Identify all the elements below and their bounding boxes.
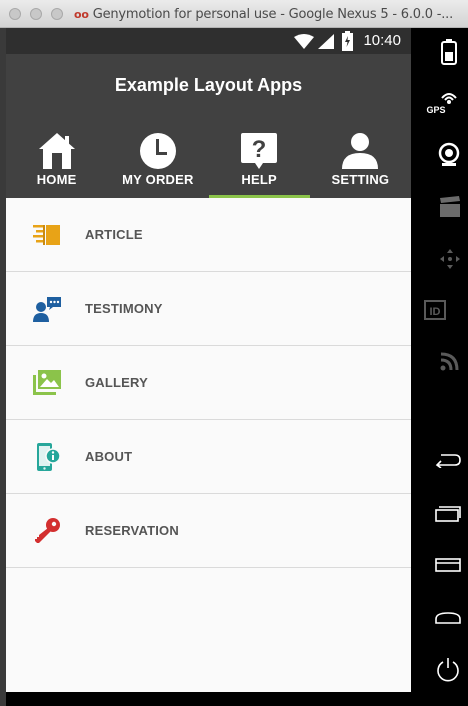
status-bar: 10:40 — [6, 28, 411, 54]
testimony-icon — [33, 297, 61, 322]
help-icon: ? — [241, 133, 278, 169]
recent-apps-icon[interactable] — [423, 506, 468, 522]
window-title: oo Genymotion for personal use - Google N… — [74, 7, 453, 22]
dpad-icon[interactable] — [425, 248, 468, 270]
wifi-icon — [294, 34, 314, 49]
list-item-label: RESERVATION — [85, 523, 179, 538]
tab-help[interactable]: ? HELP — [208, 128, 311, 198]
tab-bar: HOME MY ORDER ? HELP SETTING — [6, 128, 411, 198]
key-icon — [35, 518, 60, 543]
window-title-bar: oo Genymotion for personal use - Google N… — [0, 0, 468, 28]
emulator-toolbar: GPS ID — [411, 28, 468, 706]
genymotion-logo-icon: oo — [74, 8, 89, 21]
status-time: 10:40 — [363, 32, 401, 49]
user-icon — [342, 133, 379, 169]
back-icon[interactable] — [423, 452, 468, 468]
list-item-gallery[interactable]: GALLERY — [6, 346, 411, 420]
list-item-about[interactable]: ABOUT — [6, 420, 411, 494]
tab-label: HELP — [241, 172, 277, 187]
app-bar: Example Layout Apps HOME MY ORDER ? HELP… — [6, 54, 411, 198]
id-label: ID — [429, 306, 441, 318]
tab-label: MY ORDER — [122, 172, 194, 187]
window-title-text: Genymotion for personal use - Google Nex… — [92, 7, 454, 22]
minimize-window-button[interactable] — [30, 8, 42, 20]
svg-text:?: ? — [252, 136, 267, 163]
battery-icon — [342, 31, 353, 51]
app-title: Example Layout Apps — [114, 75, 303, 95]
list-item-reservation[interactable]: RESERVATION — [6, 494, 411, 568]
menu-icon[interactable] — [423, 558, 468, 572]
bottom-strip — [6, 692, 411, 706]
tab-label: HOME — [36, 172, 77, 187]
close-window-button[interactable] — [9, 8, 21, 20]
home-icon — [38, 133, 75, 169]
list-item-label: TESTIMONY — [85, 301, 163, 316]
home-button-icon[interactable] — [423, 610, 468, 624]
zoom-window-button[interactable] — [51, 8, 63, 20]
tab-home[interactable]: HOME — [6, 128, 107, 198]
list-item-label: ARTICLE — [85, 227, 143, 242]
gps-label: GPS — [426, 105, 446, 115]
battery-widget-icon[interactable] — [424, 38, 468, 66]
clock-icon — [139, 133, 176, 169]
gallery-icon — [33, 370, 61, 395]
article-icon — [33, 225, 60, 245]
list-item-label: ABOUT — [85, 449, 133, 464]
id-icon[interactable]: ID — [424, 300, 446, 320]
list-item-article[interactable]: ARTICLE — [6, 198, 411, 272]
about-icon — [37, 443, 61, 471]
phone-screen: 10:40 Example Layout Apps HOME MY ORDER — [6, 28, 411, 692]
power-icon[interactable] — [423, 656, 468, 682]
list-item-label: GALLERY — [85, 375, 149, 390]
clapper-icon[interactable] — [425, 196, 468, 218]
signal-icon — [318, 34, 334, 49]
menu-list: ARTICLE TESTIMONY GALLERY ABOUT RESERVAT… — [6, 198, 411, 568]
cast-icon[interactable] — [425, 350, 468, 372]
tab-setting[interactable]: SETTING — [310, 128, 411, 198]
list-item-testimony[interactable]: TESTIMONY — [6, 272, 411, 346]
webcam-icon[interactable] — [424, 142, 468, 168]
tab-label: SETTING — [331, 172, 390, 187]
tab-my-order[interactable]: MY ORDER — [107, 128, 208, 198]
